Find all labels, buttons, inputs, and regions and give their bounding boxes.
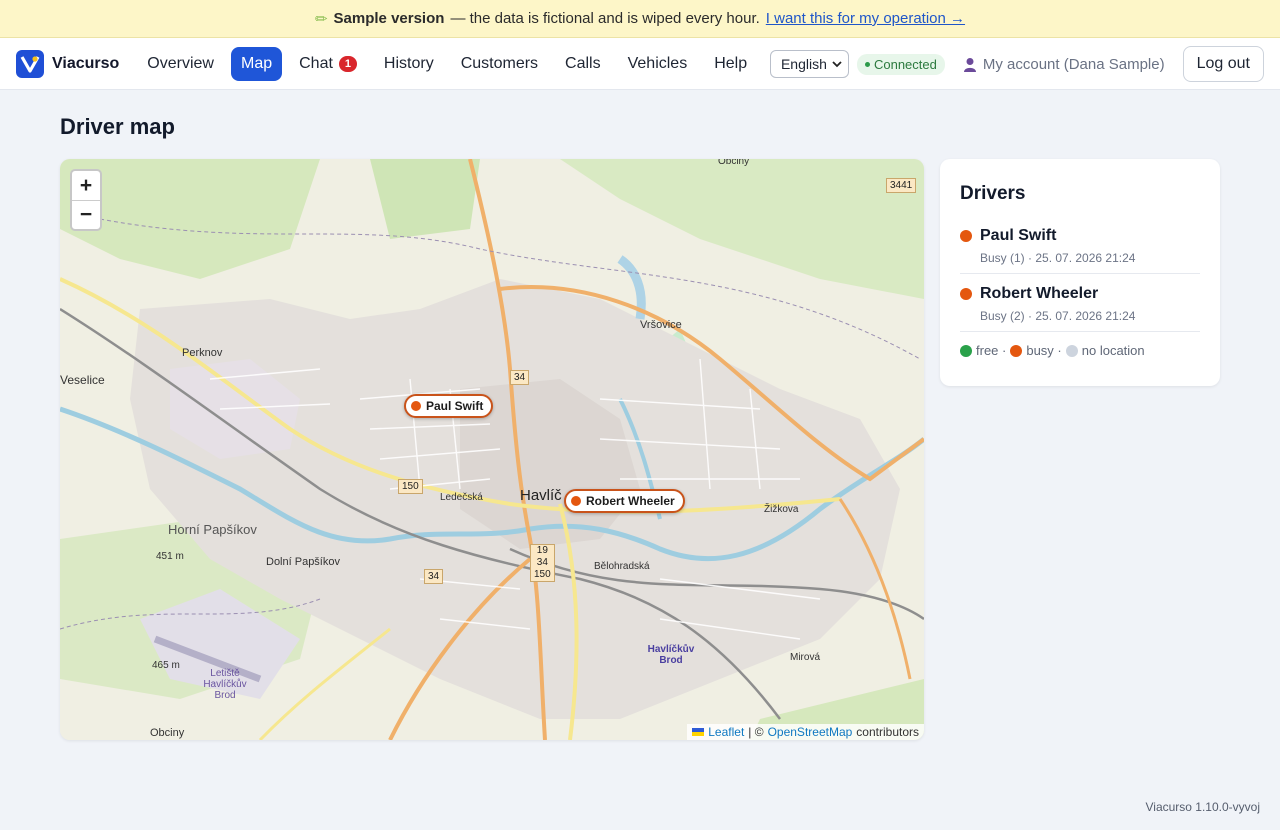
nav-calls[interactable]: Calls (555, 47, 611, 81)
nav-history[interactable]: History (374, 47, 444, 81)
no-location-dot-icon (1065, 344, 1078, 357)
attribution-tail: contributors (856, 725, 919, 739)
connection-status-badge: Connected (856, 53, 945, 75)
driver-status: Busy (2) · 25. 07. 2026 21:24 (980, 309, 1136, 323)
driver-marker-robert-wheeler[interactable]: Robert Wheeler (564, 489, 685, 513)
driver-name: Robert Wheeler (980, 285, 1099, 302)
driver-name: Paul Swift (980, 227, 1057, 244)
road-shield-stack: 19 34 150 (530, 544, 555, 582)
account-link[interactable]: My account (Dana Sample) (963, 56, 1165, 73)
driver-map[interactable]: 34 150 34 3441 19 34 150 Havlíč Perknov … (60, 159, 924, 740)
nav-chat-label: Chat (299, 54, 333, 72)
map-label: Dolní Papšíkov (266, 556, 340, 568)
nav-map[interactable]: Map (230, 46, 283, 81)
legend-none: no location (1081, 343, 1145, 358)
language-value: English (780, 56, 827, 72)
nav-chat[interactable]: Chat 1 (289, 47, 367, 81)
logout-button[interactable]: Log out (1182, 46, 1264, 82)
map-attribution: Leaflet | © OpenStreetMap contributors (687, 724, 924, 740)
map-label: Horní Papšíkov (168, 522, 257, 537)
driver-marker-label: Robert Wheeler (586, 494, 675, 508)
map-label: Mirová (790, 652, 821, 663)
map-label: 451 m (156, 551, 184, 562)
status-legend: free · busy · no location (960, 343, 1200, 358)
nav-customers[interactable]: Customers (451, 47, 548, 81)
nav-vehicles[interactable]: Vehicles (618, 47, 698, 81)
driver-name-row: Robert Wheeler (960, 285, 1200, 303)
busy-dot-icon (411, 401, 421, 411)
busy-dot-icon (571, 496, 581, 506)
banner-link[interactable]: I want this for my operation → (766, 10, 965, 27)
connection-status-text: Connected (873, 56, 937, 72)
map-label-station: Havlíčkův Brod (647, 644, 695, 666)
map-label-town: Havlíč (520, 487, 562, 504)
road-shield: 19 (536, 545, 548, 556)
legend-free: free · (976, 343, 1007, 358)
road-shield: 150 (398, 479, 423, 494)
driver-list-item[interactable]: Paul Swift Busy (1) · 25. 07. 2026 21:24 (960, 227, 1200, 274)
account-label: My account (Dana Sample) (982, 55, 1165, 73)
chat-unread-badge: 1 (338, 55, 357, 72)
road-shield: 3441 (886, 178, 917, 193)
driver-list-item[interactable]: Robert Wheeler Busy (2) · 25. 07. 2026 2… (960, 285, 1200, 332)
banner-title: Sample version (333, 10, 445, 27)
banner-text: — the data is fictional and is wiped eve… (450, 10, 760, 27)
zoom-control: + − (70, 169, 102, 231)
language-select[interactable]: English (769, 50, 849, 78)
map-label: Veselice (60, 373, 105, 387)
zoom-out-button[interactable]: − (72, 200, 100, 229)
map-label: Vršovice (640, 319, 682, 331)
leaflet-link[interactable]: Leaflet (708, 725, 744, 739)
drivers-panel-title: Drivers (960, 183, 1026, 204)
map-label: Ledečská (440, 492, 483, 503)
driver-status: Busy (1) · 25. 07. 2026 21:24 (980, 251, 1136, 265)
user-icon (963, 57, 976, 72)
zoom-in-button[interactable]: + (72, 171, 100, 200)
osm-link[interactable]: OpenStreetMap (768, 725, 853, 739)
map-label: 465 m (152, 660, 180, 671)
pencil-icon: ✏ (314, 10, 328, 28)
attribution-sep: | © (748, 725, 764, 739)
map-label-airport: Letiště Havlíčkův Brod (203, 668, 247, 701)
chevron-down-icon (832, 61, 842, 68)
top-nav: Viacurso Overview Map Chat 1 History Cus… (0, 38, 1280, 90)
drivers-panel: Drivers Paul Swift Busy (1) · 25. 07. 20… (940, 159, 1220, 386)
page-title: Driver map (60, 114, 175, 139)
app-version: Viacurso 1.10.0-vyvoj (1145, 800, 1260, 814)
road-shield: 34 (510, 370, 530, 385)
map-label: Perknov (182, 347, 223, 359)
map-label: Obciny (150, 727, 185, 739)
road-shield: 34 (424, 569, 444, 584)
ukraine-flag-icon (692, 728, 705, 736)
busy-dot-icon (1010, 344, 1023, 357)
nav-help[interactable]: Help (704, 47, 757, 81)
busy-dot-icon (960, 288, 972, 300)
nav-right: English Connected My account (Dana Sampl… (769, 38, 1264, 90)
sample-banner: ✏ Sample version — the data is fictional… (0, 0, 1280, 38)
map-label: Žižkova (764, 504, 799, 515)
free-dot-icon (960, 344, 972, 357)
map-label: Obciny (718, 159, 750, 167)
status-dot-icon (864, 61, 870, 67)
driver-marker-paul-swift[interactable]: Paul Swift (404, 394, 494, 418)
driver-marker-label: Paul Swift (426, 399, 484, 413)
nav-overview[interactable]: Overview (137, 47, 224, 81)
busy-dot-icon (960, 230, 972, 242)
logo-icon[interactable] (16, 49, 44, 78)
brand-name[interactable]: Viacurso (52, 55, 119, 73)
road-shield: 150 (534, 569, 551, 580)
road-shield: 34 (536, 557, 548, 568)
legend-busy: busy · (1026, 343, 1062, 358)
map-label: Bělohradská (594, 561, 650, 572)
driver-name-row: Paul Swift (960, 227, 1200, 245)
